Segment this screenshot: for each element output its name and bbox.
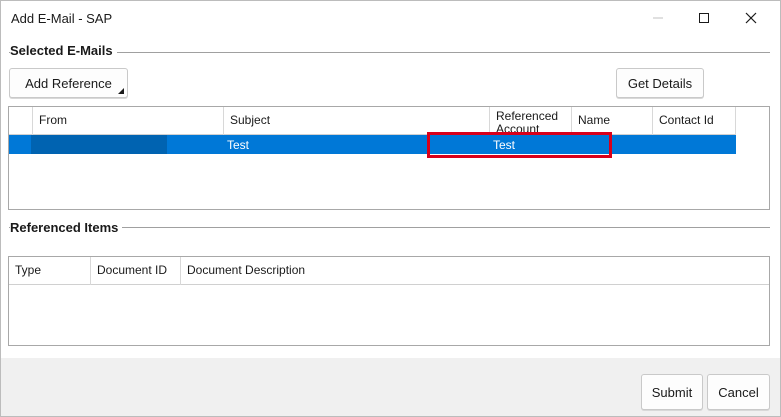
title-bar: Add E-Mail - SAP [1, 1, 780, 35]
close-button[interactable] [728, 1, 774, 35]
column-contact-id[interactable]: Contact Id [653, 107, 736, 135]
selected-emails-title: Selected E-Mails [10, 43, 117, 58]
highlight-box [427, 132, 612, 158]
add-email-dialog: Add E-Mail - SAP Selected E-Mails Add Re… [0, 0, 781, 417]
selected-emails-header: From Subject Referenced Account Name Con… [9, 107, 736, 135]
cancel-label: Cancel [718, 384, 759, 400]
maximize-button[interactable] [681, 1, 727, 35]
referenced-items-divider [9, 227, 770, 228]
subject-cell: Test [227, 138, 250, 152]
referenced-items-header: Type Document ID Document Description [9, 257, 769, 285]
column-referenced-account[interactable]: Referenced Account [490, 107, 572, 135]
from-cell-redacted [31, 135, 167, 154]
column-document-description[interactable]: Document Description [181, 257, 769, 285]
dropdown-corner-icon [118, 88, 124, 94]
minimize-icon [653, 17, 663, 19]
referenced-items-grid: Type Document ID Document Description [8, 256, 770, 346]
selected-emails-grid: From Subject Referenced Account Name Con… [8, 106, 770, 210]
minimize-button[interactable] [635, 1, 681, 35]
column-type[interactable]: Type [9, 257, 91, 285]
submit-label: Submit [651, 384, 693, 400]
submit-button[interactable]: Submit [641, 374, 703, 410]
referenced-items-title: Referenced Items [10, 220, 123, 235]
dialog-content: Selected E-Mails Add Reference Get Detai… [1, 35, 780, 358]
dialog-footer: Submit Cancel [1, 358, 780, 416]
window-title: Add E-Mail - SAP [11, 11, 113, 26]
add-reference-button[interactable]: Add Reference [9, 68, 128, 98]
row-header-column [9, 107, 33, 135]
column-from[interactable]: From [33, 107, 224, 135]
column-contact-id-label: Contact Id [659, 113, 714, 127]
selected-emails-divider [9, 52, 770, 53]
column-document-description-label: Document Description [187, 263, 306, 277]
close-icon [745, 12, 757, 24]
column-type-label: Type [15, 263, 42, 277]
get-details-button[interactable]: Get Details [616, 68, 704, 98]
column-name-label: Name [578, 113, 611, 127]
cancel-button[interactable]: Cancel [707, 374, 770, 410]
column-subject-label: Subject [230, 113, 271, 127]
column-document-id[interactable]: Document ID [91, 257, 181, 285]
maximize-icon [699, 13, 709, 23]
table-row[interactable]: Test Test [9, 135, 736, 154]
add-reference-label: Add Reference [25, 75, 112, 91]
column-subject[interactable]: Subject [224, 107, 490, 135]
get-details-label: Get Details [627, 75, 693, 91]
column-name[interactable]: Name [572, 107, 653, 135]
column-document-id-label: Document ID [97, 263, 168, 277]
column-from-label: From [39, 113, 67, 127]
